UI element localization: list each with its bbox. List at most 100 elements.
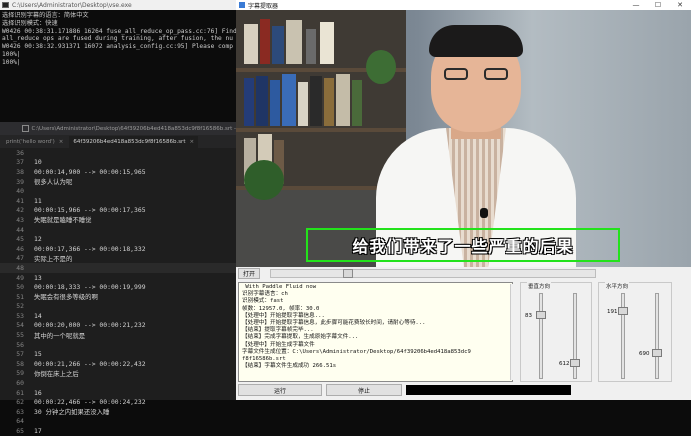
horizontal-slider-b-thumb[interactable] xyxy=(652,349,662,357)
editor-titlebar: C:\Users\Administrator\Desktop\64f39206b… xyxy=(0,122,236,135)
vertical-slider-a[interactable] xyxy=(539,293,543,379)
console-line: W0426 00:38:31.171886 16264 fuse_all_red… xyxy=(2,27,236,35)
stop-button[interactable]: 停止 xyxy=(326,384,402,396)
line-text: 失眠就是瞌睡不睡觉 xyxy=(34,216,92,225)
code-line[interactable]: 41 11 xyxy=(0,196,236,206)
line-number: 57 xyxy=(16,350,24,359)
code-line[interactable]: 46 00:00:17,366 --> 00:00:18,332 xyxy=(0,244,236,254)
line-text: 14 xyxy=(34,311,42,320)
line-text: 10 xyxy=(34,158,42,167)
code-line[interactable]: 60 xyxy=(0,378,236,388)
log-line: 识别模式：fast xyxy=(242,298,284,305)
line-number: 41 xyxy=(16,196,24,205)
code-line[interactable]: 62 00:00:22,466 --> 00:00:24,232 xyxy=(0,397,236,407)
code-line[interactable]: 38 00:00:14,900 --> 00:00:15,965 xyxy=(0,167,236,177)
line-number: 61 xyxy=(16,388,24,397)
horizontal-slider-b[interactable] xyxy=(655,293,659,379)
code-line[interactable]: 51 失眠会有很多等级的啊 xyxy=(0,292,236,302)
code-line[interactable]: 56 xyxy=(0,340,236,350)
vertical-group-title: 垂直方向 xyxy=(527,282,552,290)
log-line: 【结束】字幕文件生成成功 266.51s xyxy=(242,363,337,370)
line-number: 62 xyxy=(16,398,24,407)
line-number: 56 xyxy=(16,340,24,349)
code-line[interactable]: 63 30 分钟之内如果还没入睡 xyxy=(0,407,236,417)
vertical-slider-a-value: 83 xyxy=(525,313,532,319)
vertical-slider-a-thumb[interactable] xyxy=(536,311,546,319)
close-button[interactable]: ✕ xyxy=(669,0,691,10)
line-text: 00:00:21,266 --> 00:00:22,432 xyxy=(34,359,146,368)
progress-bar xyxy=(406,385,571,395)
line-text: 00:00:18,333 --> 00:00:19,999 xyxy=(34,283,146,292)
code-line[interactable]: 44 xyxy=(0,225,236,235)
close-tab-icon[interactable]: × xyxy=(59,139,64,145)
editor-tab-label: 64f39206b4ed418a853dc9f8f16586b.srt xyxy=(73,139,186,145)
line-number: 47 xyxy=(16,254,24,263)
code-line[interactable]: 58 00:00:21,266 --> 00:00:22,432 xyxy=(0,359,236,369)
line-number: 39 xyxy=(16,177,24,186)
line-number: 54 xyxy=(16,321,24,330)
tool-title: 字幕提取器 xyxy=(248,2,279,10)
timeline-slider[interactable] xyxy=(270,269,596,278)
code-line[interactable]: 57 15 xyxy=(0,349,236,359)
action-bar: 运行 停止 xyxy=(236,383,691,398)
console-line: 选择识别模式：快速 xyxy=(2,19,58,27)
console-title: C:\Users\Administrator\Desktop\vse.exe xyxy=(12,1,132,9)
code-line[interactable]: 47 实际上不是的 xyxy=(0,254,236,264)
subtitle-area-selection[interactable]: 给我们带来了一些严重的后果 xyxy=(306,228,620,262)
code-line[interactable]: 37 10 xyxy=(0,158,236,168)
code-line[interactable]: 59 你倒在床上之后 xyxy=(0,369,236,379)
code-line[interactable]: 65 17 xyxy=(0,426,236,436)
code-line[interactable]: 49 13 xyxy=(0,273,236,283)
lapel-microphone xyxy=(480,208,488,218)
timeline-thumb[interactable] xyxy=(343,269,353,278)
open-button[interactable]: 打开 xyxy=(238,268,260,279)
editor-title: C:\Users\Administrator\Desktop\64f39206b… xyxy=(31,125,236,132)
line-text: 13 xyxy=(34,273,42,282)
horizontal-slider-a-value: 191 xyxy=(607,309,618,315)
code-line[interactable]: 43 失眠就是瞌睡不睡觉 xyxy=(0,215,236,225)
line-number: 36 xyxy=(16,148,24,157)
log-line: 帧数：12957.0, 帧率：30.0 xyxy=(242,305,320,312)
code-line[interactable]: 42 00:00:15,966 --> 00:00:17,365 xyxy=(0,206,236,216)
console-output: 选择识别字幕的语言：简体中文 选择识别模式：快速 W0426 00:38:31.17… xyxy=(0,10,236,69)
code-line[interactable]: 50 00:00:18,333 --> 00:00:19,999 xyxy=(0,282,236,292)
line-number: 65 xyxy=(16,427,24,436)
line-number: 58 xyxy=(16,359,24,368)
code-line[interactable]: 53 14 xyxy=(0,311,236,321)
code-line[interactable]: 39 很多人认为呢 xyxy=(0,177,236,187)
srt-editor-content[interactable]: 36 37 10 38 00:00:14,900 --> 00:00:15,965 39 很… xyxy=(0,148,236,435)
log-line: 【结束】完成字幕提取，生成原始字幕文件... xyxy=(242,334,359,341)
editor-tab[interactable]: print('hello word') × xyxy=(2,136,67,148)
close-tab-icon[interactable]: × xyxy=(189,139,194,145)
code-line[interactable]: 55 其中的一个呢就是 xyxy=(0,330,236,340)
line-number: 45 xyxy=(16,235,24,244)
line-number: 60 xyxy=(16,379,24,388)
log-scrollbar[interactable] xyxy=(510,284,518,380)
log-line: 【处理中】开始提取字幕信息... xyxy=(242,312,325,319)
maximize-button[interactable]: ☐ xyxy=(647,0,669,10)
console-line: 100%| xyxy=(2,58,21,66)
video-preview: 给我们带来了一些严重的后果 xyxy=(236,10,691,267)
editor-tab[interactable]: 64f39206b4ed418a853dc9f8f16586b.srt × xyxy=(69,136,199,148)
line-number: 42 xyxy=(16,206,24,215)
code-line[interactable]: 48 xyxy=(0,263,236,273)
code-line[interactable]: 64 xyxy=(0,417,236,427)
code-line[interactable]: 45 12 xyxy=(0,234,236,244)
run-button[interactable]: 运行 xyxy=(238,384,322,396)
line-number: 38 xyxy=(16,167,24,176)
horizontal-slider-a[interactable] xyxy=(621,293,625,379)
code-line[interactable]: 61 16 xyxy=(0,388,236,398)
line-number: 43 xyxy=(16,215,24,224)
horizontal-slider-b-value: 690 xyxy=(639,351,650,357)
code-line[interactable]: 36 xyxy=(0,148,236,158)
vertical-slider-b-thumb[interactable] xyxy=(570,359,580,367)
line-text: 你倒在床上之后 xyxy=(34,369,79,378)
line-number: 52 xyxy=(16,302,24,311)
code-line[interactable]: 54 00:00:20,000 --> 00:00:21,232 xyxy=(0,321,236,331)
vertical-direction-group: 垂直方向 83 612 xyxy=(520,282,592,382)
code-line[interactable]: 52 xyxy=(0,302,236,312)
console-line: all_reduce ops are fused during training… xyxy=(2,35,233,43)
code-line[interactable]: 40 xyxy=(0,186,236,196)
horizontal-slider-a-thumb[interactable] xyxy=(618,307,628,315)
minimize-button[interactable]: — xyxy=(625,0,647,10)
